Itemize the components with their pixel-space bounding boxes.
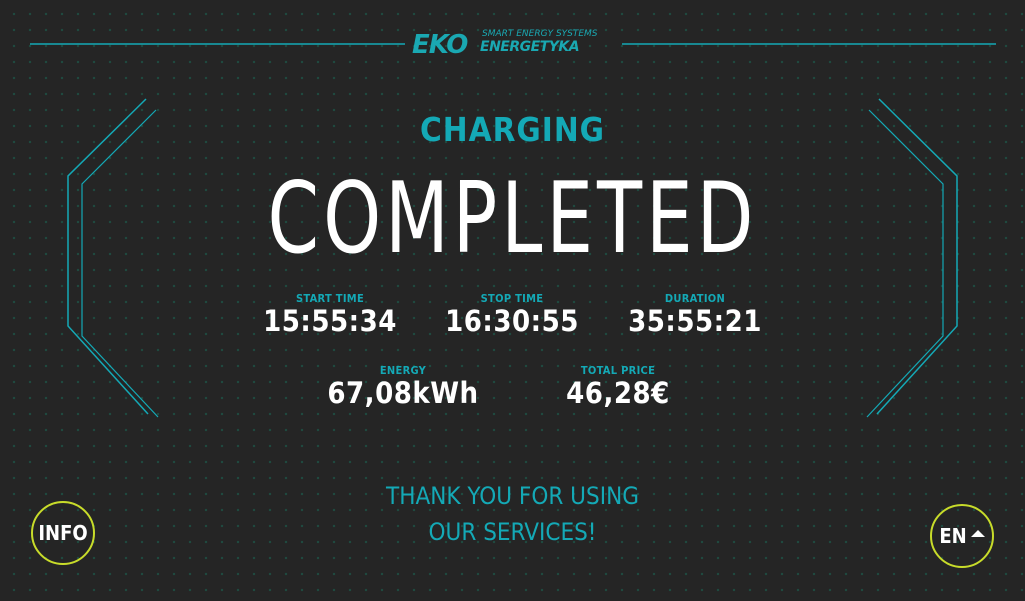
charging-completed-screen: EKO SMART ENERGY SYSTEMS ENERGETYKA CHAR… [0, 0, 1025, 601]
stat-value: 15:55:34 [263, 304, 397, 338]
stat-start-time: START TIME 15:55:34 [250, 292, 410, 337]
info-button-label: INFO [38, 521, 88, 545]
thank-you-message: THANK YOU FOR USING OUR SERVICES! [0, 478, 1025, 550]
language-button-label: EN [939, 524, 967, 548]
logo-sub-text: ENERGETYKA [480, 39, 580, 55]
status-line-1: CHARGING [419, 110, 606, 149]
logo-tagline: SMART ENERGY SYSTEMS [482, 29, 598, 39]
stat-stop-time: STOP TIME 16:30:55 [432, 292, 592, 337]
stat-total-price: TOTAL PRICE 46,28€ [538, 364, 698, 409]
stat-value: 16:30:55 [445, 304, 579, 338]
stat-value: 67,08kWh [327, 376, 479, 410]
logo-main-text: EKO [412, 30, 468, 60]
info-button[interactable]: INFO [31, 501, 95, 565]
thank-you-line-2: OUR SERVICES! [428, 518, 597, 546]
status-line-2: COMPLETED [267, 162, 758, 276]
stat-duration: DURATION 35:55:21 [615, 292, 775, 337]
eko-energetyka-logo: EKO SMART ENERGY SYSTEMS ENERGETYKA [412, 28, 617, 60]
stat-energy: ENERGY 67,08kWh [318, 364, 488, 409]
language-button[interactable]: EN [930, 504, 994, 568]
thank-you-line-1: THANK YOU FOR USING [386, 482, 639, 510]
stat-value: 35:55:21 [628, 304, 762, 338]
caret-up-icon [970, 529, 985, 537]
stat-value: 46,28€ [566, 376, 670, 410]
